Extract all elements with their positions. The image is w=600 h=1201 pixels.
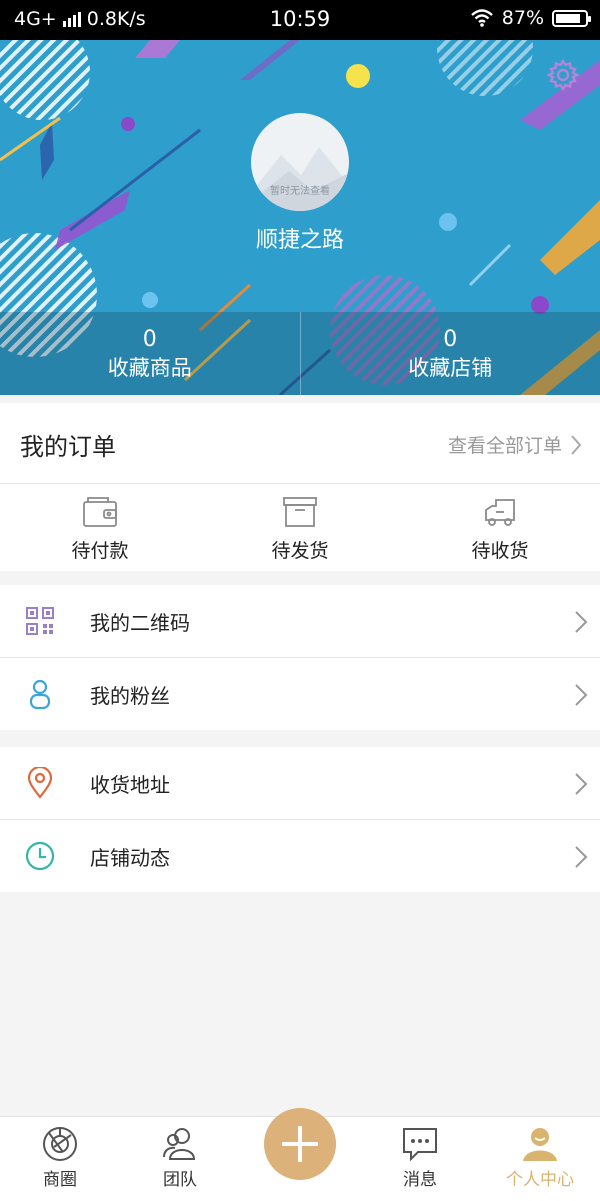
box-icon — [282, 496, 318, 528]
truck-icon — [482, 496, 518, 528]
plus-icon — [264, 1108, 336, 1180]
orders-card: 我的订单 查看全部订单 待付款 — [0, 403, 600, 571]
gear-icon[interactable] — [546, 58, 580, 92]
menu-label: 收货地址 — [90, 769, 170, 798]
chevron-right-icon — [574, 610, 588, 634]
stat-favorite-products[interactable]: 0 收藏商品 — [0, 312, 300, 395]
profile-header: 暂时无法查看 顺捷之路 0 收藏商品 0 收藏店铺 — [0, 40, 600, 395]
stat-value: 0 — [0, 327, 300, 353]
chevron-right-icon — [574, 772, 588, 796]
orders-title: 我的订单 — [20, 427, 116, 462]
wallet-icon — [82, 496, 118, 528]
menu-group-2: 收货地址 店铺动态 — [0, 747, 600, 892]
tab-label: 个人中心 — [480, 1165, 600, 1190]
stat-label: 收藏店铺 — [301, 353, 600, 383]
view-all-orders-link[interactable]: 查看全部订单 — [448, 431, 582, 458]
order-label: 待付款 — [0, 536, 200, 563]
tab-personal-center[interactable]: 个人中心 — [480, 1117, 600, 1201]
view-all-label: 查看全部订单 — [448, 431, 562, 458]
tab-messages[interactable]: 消息 — [360, 1117, 480, 1201]
status-bar: 4G+ 0.8K/s 10:59 87% — [0, 0, 600, 40]
chevron-right-icon — [570, 434, 582, 456]
clock-icon — [24, 840, 56, 872]
wifi-icon — [470, 8, 494, 28]
tab-business-circle[interactable]: 商圈 — [0, 1117, 120, 1201]
favorites-stats: 0 收藏商品 0 收藏店铺 — [0, 312, 600, 395]
order-pending-shipment[interactable]: 待发货 — [200, 484, 400, 571]
chevron-right-icon — [574, 845, 588, 869]
menu-label: 我的二维码 — [90, 607, 190, 636]
battery-percent: 87% — [502, 7, 544, 29]
stat-value: 0 — [301, 327, 600, 353]
tab-team[interactable]: 团队 — [120, 1117, 240, 1201]
aperture-icon — [41, 1125, 79, 1163]
username: 顺捷之路 — [0, 222, 600, 254]
stat-favorite-shops[interactable]: 0 收藏店铺 — [300, 312, 600, 395]
menu-group-1: 我的二维码 我的粉丝 — [0, 585, 600, 730]
person-icon — [24, 678, 56, 710]
publish-button[interactable] — [264, 1108, 336, 1180]
order-pending-payment[interactable]: 待付款 — [0, 484, 200, 571]
menu-item-qrcode[interactable]: 我的二维码 — [0, 585, 600, 658]
order-label: 待发货 — [200, 536, 400, 563]
menu-label: 我的粉丝 — [90, 680, 170, 709]
menu-label: 店铺动态 — [90, 842, 170, 871]
tab-label: 消息 — [360, 1165, 480, 1190]
tab-label: 商圈 — [0, 1165, 120, 1190]
menu-item-shop-updates[interactable]: 店铺动态 — [0, 820, 600, 892]
menu-item-fans[interactable]: 我的粉丝 — [0, 658, 600, 730]
chat-icon — [401, 1125, 439, 1163]
tab-label: 团队 — [120, 1165, 240, 1190]
battery-icon — [552, 10, 588, 27]
order-pending-receipt[interactable]: 待收货 — [400, 484, 600, 571]
avatar-caption: 暂时无法查看 — [251, 182, 349, 197]
qrcode-icon — [24, 605, 56, 637]
order-label: 待收货 — [400, 536, 600, 563]
location-icon — [24, 767, 56, 799]
user-icon — [521, 1125, 559, 1163]
team-icon — [161, 1125, 199, 1163]
menu-item-address[interactable]: 收货地址 — [0, 747, 600, 820]
stat-label: 收藏商品 — [0, 353, 300, 383]
avatar[interactable]: 暂时无法查看 — [251, 113, 349, 211]
chevron-right-icon — [574, 683, 588, 707]
